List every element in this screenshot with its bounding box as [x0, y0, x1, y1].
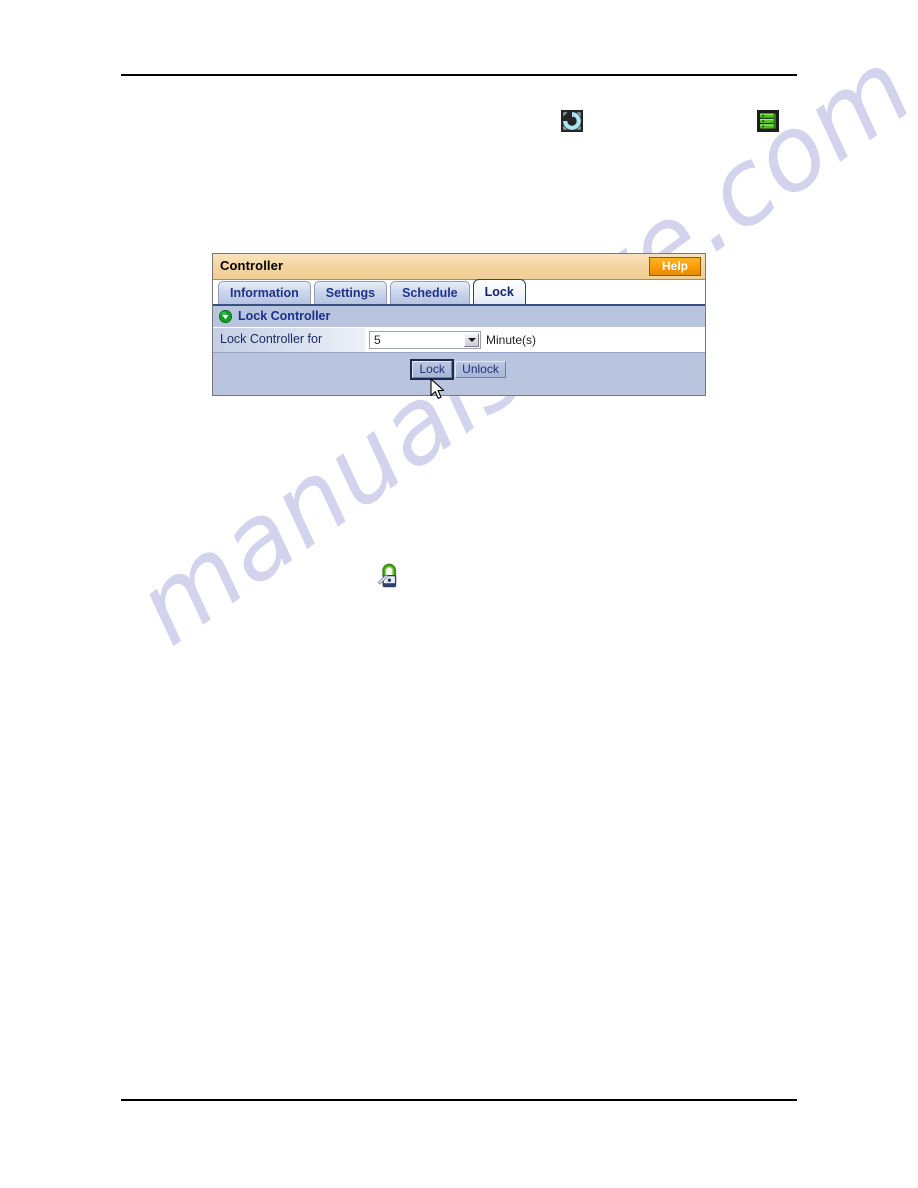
panel-body: Lock Controller Lock Controller for 5 Mi…	[213, 306, 705, 393]
help-button[interactable]: Help	[649, 257, 701, 276]
tab-strip: Information Settings Schedule Lock	[213, 279, 705, 306]
refresh-icon	[561, 110, 583, 132]
tab-schedule[interactable]: Schedule	[390, 281, 470, 304]
collapse-toggle-icon[interactable]	[219, 309, 232, 323]
unlock-button[interactable]: Unlock	[455, 360, 506, 378]
lock-button[interactable]: Lock	[410, 358, 455, 380]
tab-settings[interactable]: Settings	[313, 281, 388, 304]
lock-duration-label: Lock Controller for	[213, 328, 365, 352]
action-button-row: Lock Unlock	[213, 357, 705, 381]
lock-duration-unit: Minute(s)	[486, 333, 537, 347]
tab-lock[interactable]: Lock	[472, 279, 526, 304]
section-header: Lock Controller	[213, 306, 705, 324]
panel-titlebar: Controller Help	[213, 254, 705, 280]
stacked-disks-icon	[757, 110, 779, 132]
panel-title: Controller	[220, 258, 284, 273]
chevron-down-icon[interactable]	[464, 333, 479, 347]
page-top-rule	[121, 74, 797, 76]
controller-panel: Controller Help Information Settings Sch…	[212, 253, 706, 396]
lock-duration-row: Lock Controller for 5 Minute(s)	[213, 327, 705, 353]
lock-icon	[377, 563, 397, 588]
lock-duration-value: 5	[374, 333, 381, 347]
section-title: Lock Controller	[238, 309, 331, 323]
page-bottom-rule	[121, 1099, 797, 1101]
tab-information[interactable]: Information	[218, 281, 311, 304]
lock-duration-field: 5 Minute(s)	[365, 328, 705, 352]
lock-duration-select[interactable]: 5	[369, 331, 481, 349]
